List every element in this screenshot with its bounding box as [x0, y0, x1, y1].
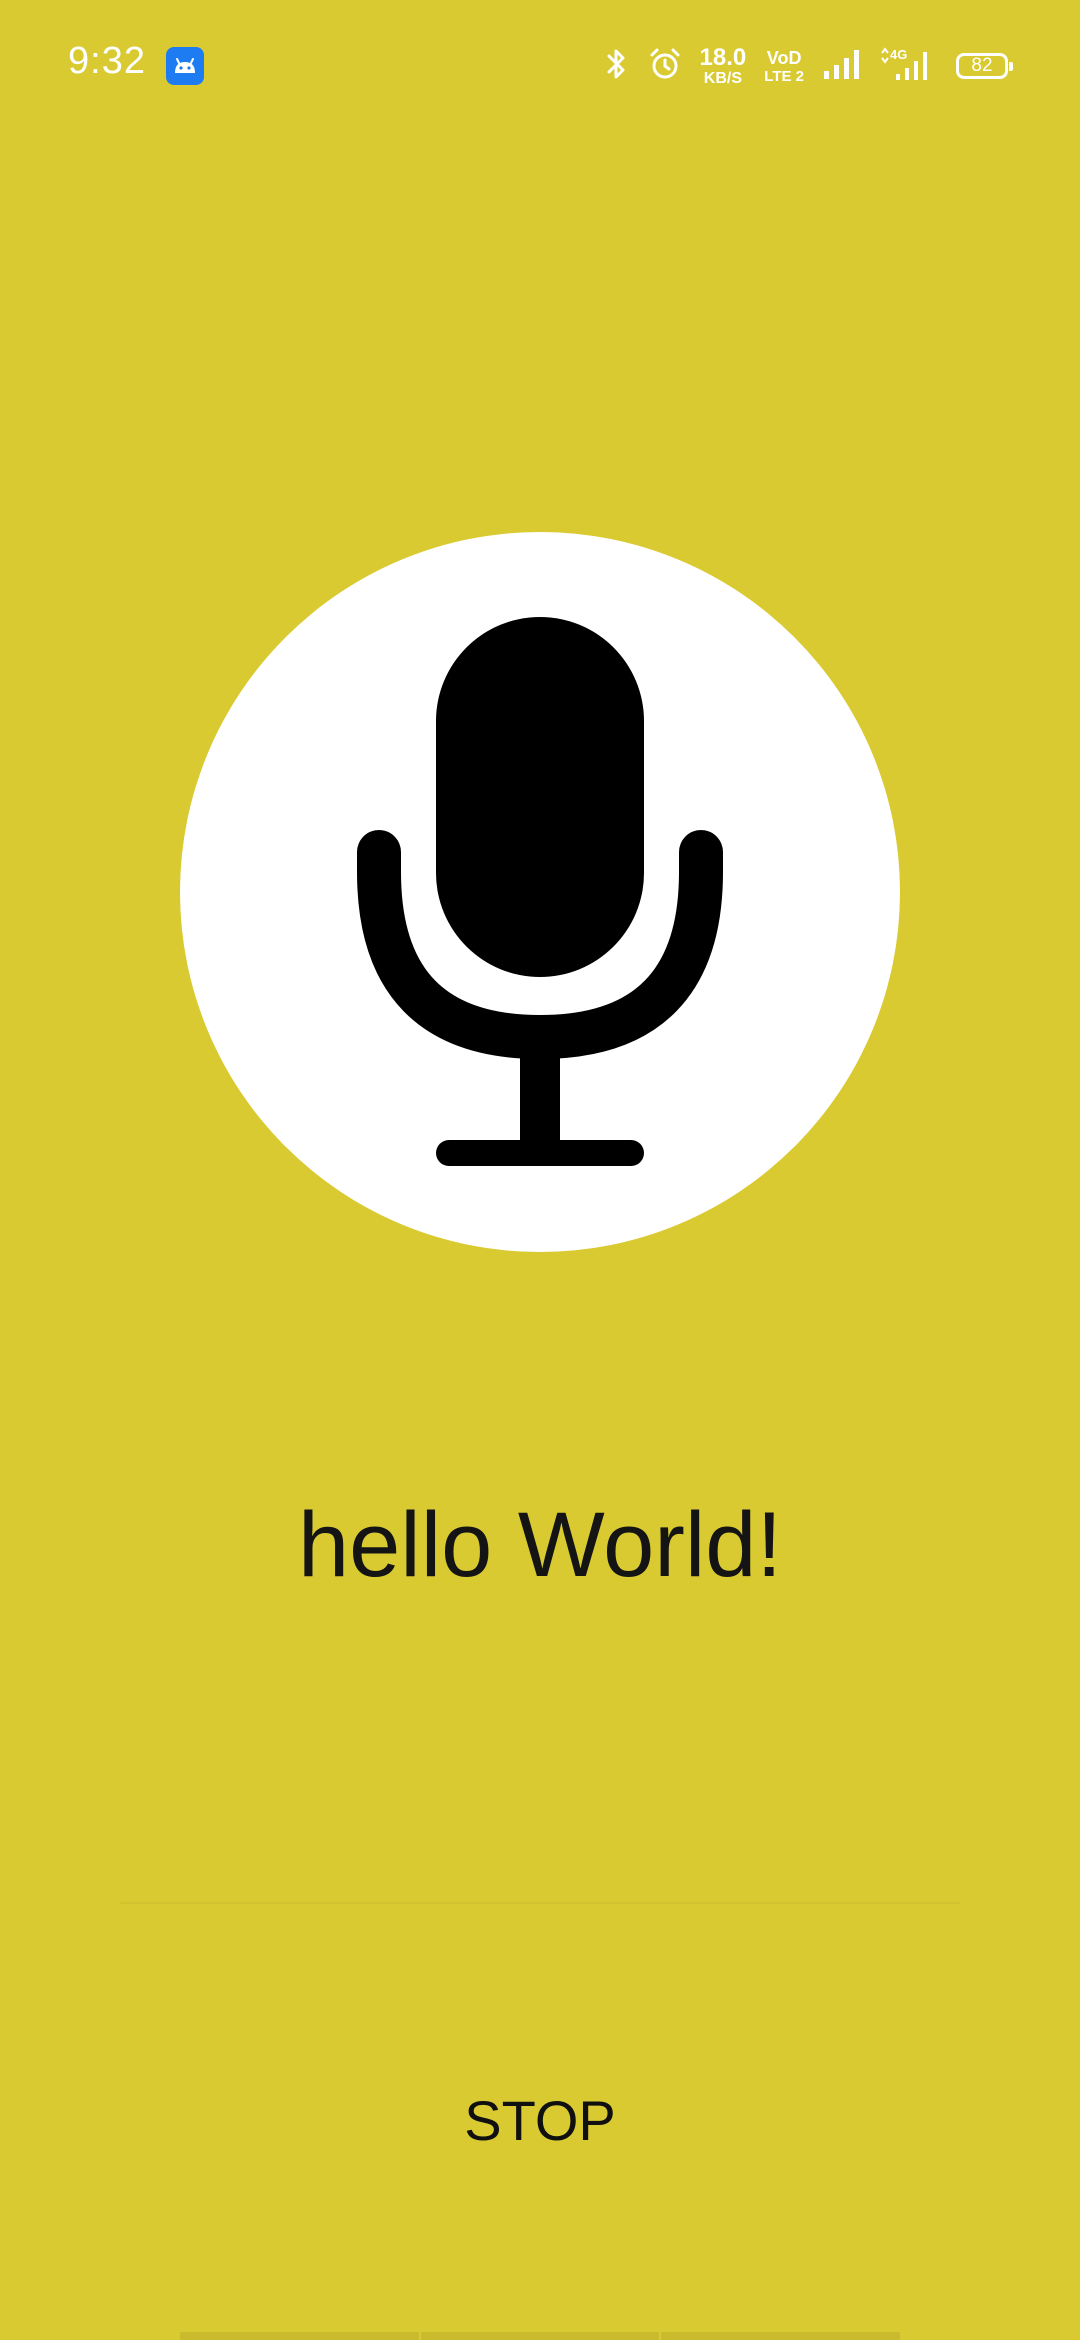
stop-button[interactable]: STOP — [390, 2080, 690, 2160]
bottom-indicator-segment — [661, 2332, 901, 2340]
network-type-label: 4G — [890, 47, 907, 62]
bottom-indicator-segment — [180, 2332, 419, 2340]
microphone-button[interactable] — [180, 532, 900, 1252]
microphone-icon — [357, 617, 723, 1166]
status-time: 9:32 — [68, 40, 146, 82]
divider — [120, 1902, 960, 1904]
status-bar: 9:32 18.0 KB/S VoD LTE 2 4G 82 — [0, 0, 1080, 130]
recognized-text: hello World! — [297, 1494, 783, 1596]
volte-bottom: LTE 2 — [764, 67, 804, 85]
battery-icon: 82 — [956, 53, 1013, 79]
battery-level: 82 — [971, 55, 993, 76]
volte-indicator: VoD LTE 2 — [764, 49, 804, 84]
android-app-icon — [166, 47, 204, 85]
signal-4g-icon: 4G — [880, 46, 938, 87]
network-speed-value: 18.0 — [699, 43, 747, 71]
network-speed: 18.0 KB/S — [699, 43, 747, 87]
volte-top: VoD — [766, 47, 802, 68]
network-speed-unit: KB/S — [703, 69, 743, 87]
bottom-indicator-segment — [420, 2332, 660, 2340]
alarm-icon — [648, 47, 682, 86]
bottom-indicator — [180, 2332, 901, 2340]
bluetooth-icon — [604, 46, 630, 87]
status-icons: 18.0 KB/S VoD LTE 2 4G 82 — [604, 43, 1013, 88]
signal-icon — [822, 47, 862, 86]
